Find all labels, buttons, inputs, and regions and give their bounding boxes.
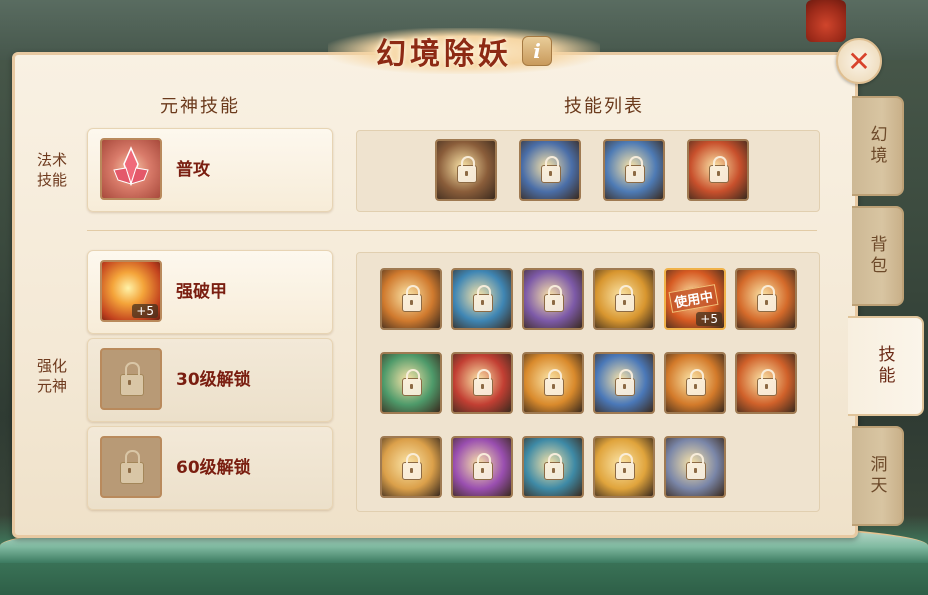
golden-beam-skill-icon[interactable] — [593, 268, 655, 330]
flame-lotus-skill-icon[interactable] — [380, 268, 442, 330]
golden-shield-burst-icon: +5 — [100, 260, 162, 322]
silver-tornado-skill-icon[interactable] — [664, 436, 726, 498]
padlock-icon — [402, 285, 422, 312]
sun-ring-skill-icon[interactable] — [380, 436, 442, 498]
close-button[interactable]: ✕ — [836, 38, 882, 84]
padlock-icon — [615, 285, 635, 312]
ember-flower-skill-icon[interactable] — [735, 352, 797, 414]
padlock-icon — [757, 285, 777, 312]
padlock-icon — [757, 369, 777, 396]
padlock-icon — [686, 369, 706, 396]
padlock-icon — [473, 453, 493, 480]
title-banner: 幻境除妖 i — [328, 22, 600, 80]
lightning-skill-icon[interactable] — [435, 139, 497, 201]
enhance-skill-card-2[interactable]: 30级解锁 — [87, 338, 333, 422]
enhance-skill-card-3[interactable]: 60级解锁 — [87, 426, 333, 510]
lock-icon — [100, 436, 162, 498]
magic-skill-name: 普攻 — [176, 160, 210, 180]
fire-bloom-skill-icon[interactable] — [735, 268, 797, 330]
tab-jineng[interactable]: 技能 — [848, 316, 924, 416]
magic-skill-grid — [356, 130, 820, 212]
enhance-skill-card-1[interactable]: +5 强破甲 — [87, 250, 333, 334]
amber-wave-skill-icon[interactable] — [522, 352, 584, 414]
water-vortex-skill-icon[interactable] — [451, 268, 513, 330]
pink-crystal-flower-icon — [100, 138, 162, 200]
padlock-icon — [544, 369, 564, 396]
padlock-icon — [120, 450, 144, 484]
enhance-skill-name: 60级解锁 — [176, 458, 251, 478]
jade-lotus-skill-icon[interactable] — [380, 352, 442, 414]
padlock-icon — [544, 453, 564, 480]
right-section-title: 技能列表 — [564, 96, 644, 117]
starburst-skill-icon[interactable] — [593, 436, 655, 498]
lock-icon — [100, 348, 162, 410]
tab-dongtian[interactable]: 洞天 — [852, 426, 904, 526]
frost-dragon-skill-icon[interactable] — [603, 139, 665, 201]
padlock-icon — [709, 156, 729, 183]
section-divider — [87, 230, 817, 231]
tab-beibao[interactable]: 背包 — [852, 206, 904, 306]
enhance-skill-name: 强破甲 — [176, 282, 227, 302]
blue-burst-skill-icon[interactable] — [593, 352, 655, 414]
golden-shield-burst-icon[interactable]: 使用中 +5 — [664, 268, 726, 330]
padlock-icon — [625, 156, 645, 183]
padlock-icon — [120, 362, 144, 396]
magic-skill-card[interactable]: 普攻 — [87, 128, 333, 212]
orange-swirl-skill-icon[interactable] — [664, 352, 726, 414]
level-badge: +5 — [696, 312, 722, 326]
purple-flare-skill-icon[interactable] — [451, 436, 513, 498]
red-orb-skill-icon[interactable] — [451, 352, 513, 414]
padlock-icon — [473, 369, 493, 396]
side-label-magic: 法术技能 — [36, 151, 67, 189]
padlock-icon — [615, 369, 635, 396]
padlock-icon — [457, 156, 477, 183]
padlock-icon — [615, 453, 635, 480]
padlock-icon — [686, 453, 706, 480]
enhance-skill-name: 30级解锁 — [176, 370, 251, 390]
page-title: 幻境除妖 — [376, 37, 512, 72]
background-lantern — [806, 0, 846, 42]
level-badge: +5 — [132, 304, 158, 318]
teal-vortex-skill-icon[interactable] — [522, 436, 584, 498]
fire-demon-skill-icon[interactable] — [687, 139, 749, 201]
padlock-icon — [541, 156, 561, 183]
side-label-enhance: 强化元神 — [36, 357, 67, 395]
left-section-title: 元神技能 — [160, 96, 240, 117]
whirlwind-skill-icon[interactable] — [519, 139, 581, 201]
violet-swirl-skill-icon[interactable] — [522, 268, 584, 330]
info-icon[interactable]: i — [522, 36, 552, 66]
padlock-icon — [402, 453, 422, 480]
padlock-icon — [544, 285, 564, 312]
in-use-tag: 使用中 — [668, 284, 719, 313]
padlock-icon — [402, 369, 422, 396]
padlock-icon — [473, 285, 493, 312]
tab-huanjing[interactable]: 幻境 — [852, 96, 904, 196]
